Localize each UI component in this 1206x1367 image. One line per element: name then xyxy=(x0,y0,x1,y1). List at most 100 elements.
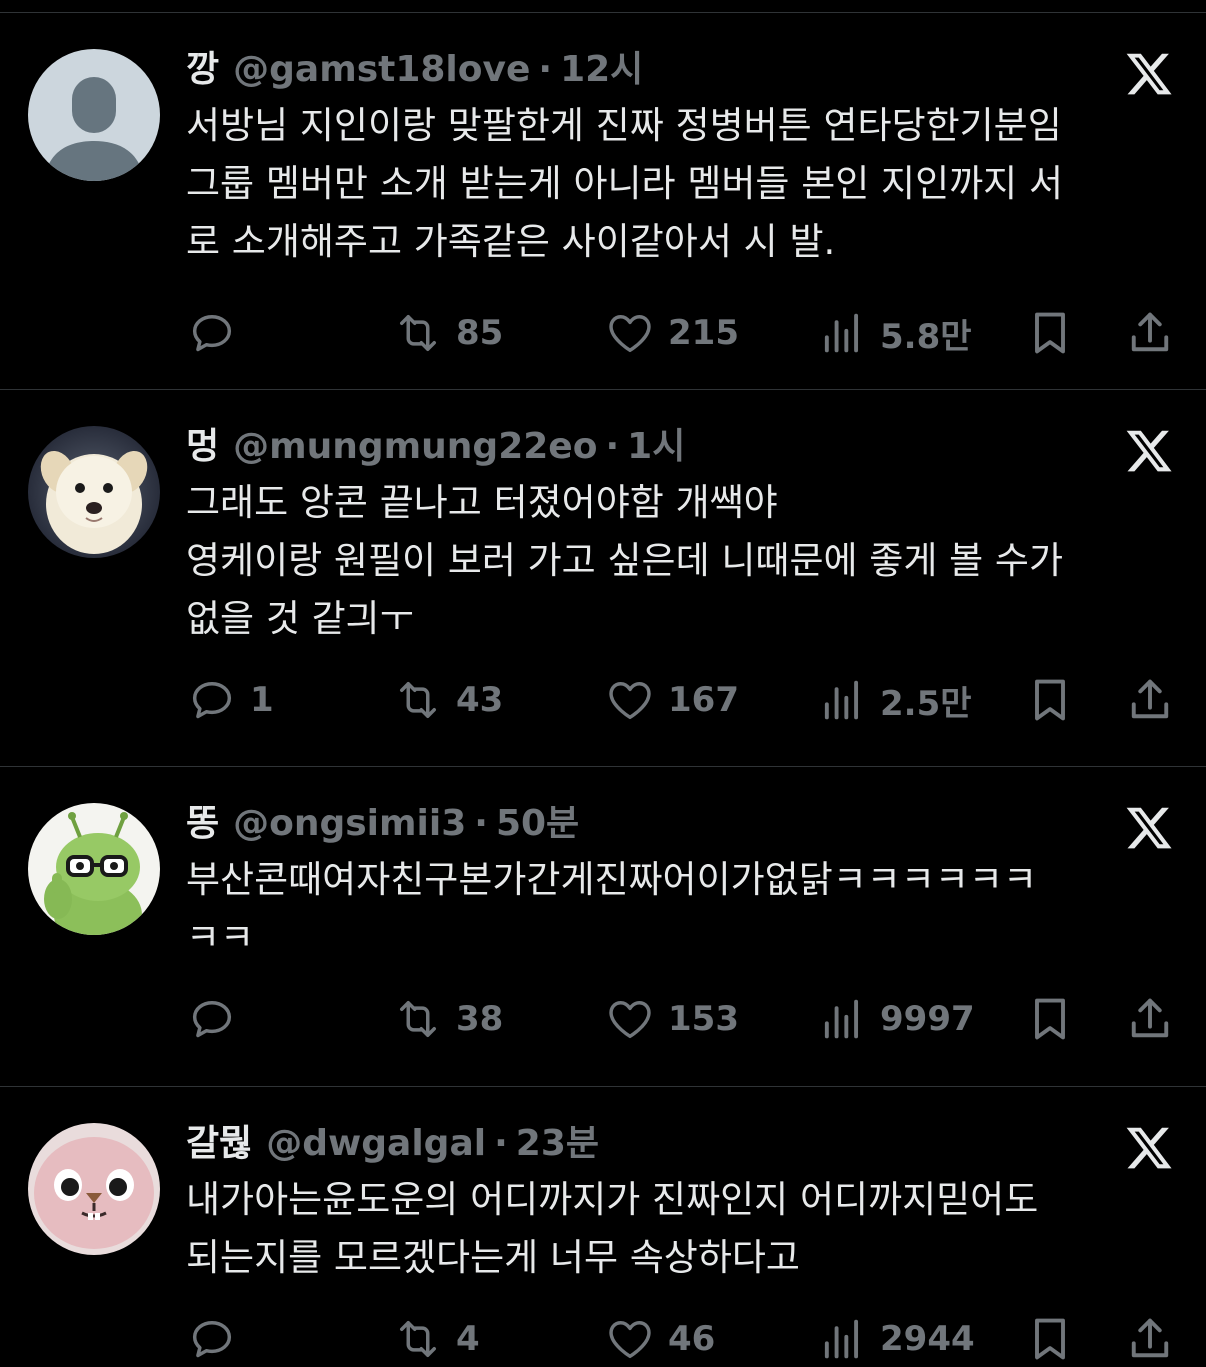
reply-icon xyxy=(192,1001,232,1038)
avatar[interactable] xyxy=(28,803,160,935)
analytics-icon xyxy=(824,1319,859,1359)
user-handle[interactable]: @ongsimii3 xyxy=(233,801,466,847)
retweet-button[interactable]: 38 xyxy=(392,991,503,1047)
bookmark-button[interactable] xyxy=(1024,305,1076,361)
retweet-icon xyxy=(400,1001,436,1037)
user-handle[interactable]: @gamst18love xyxy=(233,47,530,93)
top-divider xyxy=(0,0,1206,13)
views-button[interactable]: 9997 xyxy=(816,991,975,1047)
reply-icon xyxy=(192,1321,232,1358)
display-name[interactable]: 멍 xyxy=(186,424,219,470)
tweet[interactable]: 갈뭖 @dwgalgal · 23분 내가아는윤도운의 어디까지가 진짜인지 어… xyxy=(0,1087,1206,1364)
bookmark-icon xyxy=(1035,679,1065,721)
analytics-icon xyxy=(824,999,859,1039)
share-button[interactable] xyxy=(1124,672,1176,728)
separator-dot: · xyxy=(494,1123,508,1164)
analytics-icon xyxy=(824,313,859,353)
views-count: 9997 xyxy=(880,999,975,1039)
action-bar: 1 43 167 2.5만 xyxy=(186,672,1176,728)
x-logo-icon xyxy=(1126,430,1172,472)
retweet-button[interactable]: 85 xyxy=(392,305,503,361)
heart-icon xyxy=(609,1321,651,1359)
views-button[interactable]: 2944 xyxy=(816,1311,975,1367)
views-count: 2944 xyxy=(880,1319,975,1359)
like-count: 46 xyxy=(668,1319,716,1359)
user-handle[interactable]: @dwgalgal xyxy=(266,1121,486,1167)
like-count: 153 xyxy=(668,999,739,1039)
retweet-button[interactable]: 4 xyxy=(392,1311,480,1367)
reply-button[interactable] xyxy=(186,305,250,361)
views-button[interactable]: 2.5만 xyxy=(816,672,972,728)
share-icon xyxy=(1131,1318,1169,1358)
separator-dot: · xyxy=(474,803,488,844)
display-name[interactable]: 깡 xyxy=(186,47,219,93)
like-count: 167 xyxy=(668,680,739,720)
puppy-avatar xyxy=(28,426,160,558)
bookmark-button[interactable] xyxy=(1024,672,1076,728)
timestamp[interactable]: 1시 xyxy=(627,424,685,470)
bookmark-icon xyxy=(1035,998,1065,1040)
share-button[interactable] xyxy=(1124,991,1176,1047)
heart-icon xyxy=(609,1001,651,1039)
action-bar: 85 215 5.8만 xyxy=(186,305,1176,361)
separator-dot: · xyxy=(605,426,620,467)
tweet-text: 부산콘때여자친구본가간게진짜어이가없닭ㅋㅋㅋㅋㅋㅋ ㅋㅋ xyxy=(186,858,1037,959)
like-button[interactable]: 215 xyxy=(604,305,739,361)
x-logo-icon xyxy=(1126,53,1172,95)
like-button[interactable]: 153 xyxy=(604,991,739,1047)
retweet-count: 43 xyxy=(456,680,504,720)
timestamp[interactable]: 50분 xyxy=(496,801,579,847)
like-button[interactable]: 167 xyxy=(604,672,739,728)
share-icon xyxy=(1131,998,1169,1038)
x-logo-icon xyxy=(1126,1127,1172,1169)
avatar[interactable] xyxy=(28,426,160,558)
bookmark-button[interactable] xyxy=(1024,991,1076,1047)
x-logo-icon xyxy=(1126,807,1172,849)
avatar[interactable] xyxy=(28,1123,160,1255)
reply-button[interactable] xyxy=(186,1311,250,1367)
pink-plush-avatar xyxy=(28,1123,160,1255)
display-name[interactable]: 갈뭖 xyxy=(186,1121,252,1167)
heart-icon xyxy=(609,315,651,353)
retweet-count: 4 xyxy=(456,1319,480,1359)
avatar[interactable] xyxy=(28,49,160,181)
views-button[interactable]: 5.8만 xyxy=(816,305,972,361)
reply-icon xyxy=(192,682,232,719)
tweet[interactable]: 깡 @gamst18love · 12시 서방님 지인이랑 맞팔한게 진짜 정병… xyxy=(0,13,1206,390)
share-icon xyxy=(1131,679,1169,719)
tweet-header: 갈뭖 @dwgalgal · 23분 xyxy=(186,1121,1166,1167)
retweet-count: 85 xyxy=(456,313,504,353)
tweet[interactable]: 멍 @mungmung22eo · 1시 그래도 앙콘 끝나고 터졌어야함 개쌕… xyxy=(0,390,1206,767)
retweet-icon xyxy=(400,1321,436,1357)
share-button[interactable] xyxy=(1124,305,1176,361)
user-handle[interactable]: @mungmung22eo xyxy=(233,424,597,470)
heart-icon xyxy=(609,682,651,720)
default-avatar-icon xyxy=(28,49,160,181)
views-count: 2.5만 xyxy=(880,683,972,724)
bookmark-icon xyxy=(1035,1318,1065,1360)
tweet-text: 서방님 지인이랑 맞팔한게 진짜 정병버튼 연타당한기분임 그룹 멤버만 소개 … xyxy=(186,104,1064,263)
timestamp[interactable]: 12시 xyxy=(560,47,643,93)
reply-button[interactable] xyxy=(186,991,250,1047)
tweet-text: 그래도 앙콘 끝나고 터졌어야함 개쌕야 영케이랑 원필이 보러 가고 싶은데 … xyxy=(186,481,1064,640)
reply-button[interactable]: 1 xyxy=(186,672,274,728)
retweet-count: 38 xyxy=(456,999,504,1039)
analytics-icon xyxy=(824,680,859,720)
retweet-button[interactable]: 43 xyxy=(392,672,503,728)
share-button[interactable] xyxy=(1124,1311,1176,1367)
action-bar: 38 153 9997 xyxy=(186,991,1176,1047)
action-bar: 4 46 2944 xyxy=(186,1311,1176,1367)
like-button[interactable]: 46 xyxy=(604,1311,715,1367)
display-name[interactable]: 똥 xyxy=(186,801,219,847)
retweet-icon xyxy=(400,682,436,718)
green-character-avatar xyxy=(28,803,160,935)
bookmark-icon xyxy=(1035,312,1065,354)
tweet-header: 깡 @gamst18love · 12시 xyxy=(186,47,1166,93)
tweet[interactable]: 똥 @ongsimii3 · 50분 부산콘때여자친구본가간게진짜어이가없닭ㅋㅋ… xyxy=(0,767,1206,1087)
tweet-header: 똥 @ongsimii3 · 50분 xyxy=(186,801,1166,847)
timestamp[interactable]: 23분 xyxy=(516,1121,599,1167)
tweet-header: 멍 @mungmung22eo · 1시 xyxy=(186,424,1166,470)
like-count: 215 xyxy=(668,313,739,353)
reply-count: 1 xyxy=(250,680,274,720)
bookmark-button[interactable] xyxy=(1024,1311,1076,1367)
